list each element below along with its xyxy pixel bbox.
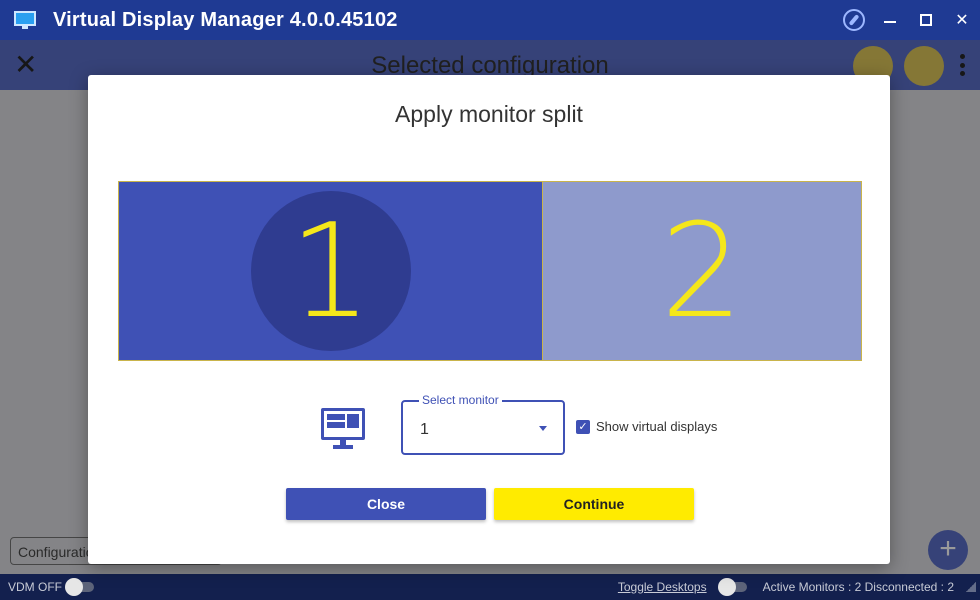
toggle-desktops-switch[interactable] [717,578,747,596]
resize-grip-icon[interactable] [966,582,976,592]
monitor-number: 2 [660,195,744,347]
close-icon: ✕ [955,12,969,29]
show-virtual-displays-option[interactable]: ✓ Show virtual displays [576,419,717,434]
select-monitor-dropdown[interactable]: Select monitor 1 [401,393,565,455]
continue-button[interactable]: Continue [494,488,694,520]
title-bar: Virtual Display Manager 4.0.0.45102 ✕ [0,0,980,40]
compass-button[interactable] [836,0,872,40]
monitor-tile-1[interactable]: 1 [119,182,543,360]
vdm-toggle[interactable] [65,578,94,596]
minimize-icon [884,21,896,23]
monitor-number: 1 [289,195,372,347]
apply-monitor-split-dialog: Apply monitor split 1 2 Select monitor 1… [88,75,890,564]
chevron-down-icon [539,426,547,431]
status-bar: VDM OFF Toggle Desktops Active Monitors … [0,574,980,600]
show-virtual-displays-label: Show virtual displays [596,419,718,434]
vdm-status-label: VDM OFF [8,580,62,594]
window-controls: ✕ [836,0,980,40]
select-monitor-value: 1 [420,421,429,438]
maximize-button[interactable] [908,0,944,40]
window-close-button[interactable]: ✕ [944,0,980,40]
active-monitors-status: Active Monitors : 2 Disconnected : 2 [762,580,954,594]
monitor-layout: 1 2 [118,181,862,361]
toggle-desktops-link[interactable]: Toggle Desktops [618,580,707,594]
close-button[interactable]: Close [286,488,486,520]
select-monitor-label: Select monitor [419,393,502,407]
split-controls: Select monitor 1 ✓ Show virtual displays [88,393,890,456]
display-icon [321,408,365,450]
minimize-button[interactable] [872,0,908,40]
compass-icon [843,9,865,31]
show-virtual-displays-checkbox[interactable]: ✓ [576,419,590,434]
monitor-tile-2[interactable]: 2 [543,182,861,360]
window-title: Virtual Display Manager 4.0.0.45102 [53,8,398,31]
maximize-icon [920,14,932,26]
monitor-icon [14,11,36,29]
dialog-title: Apply monitor split [395,101,583,127]
